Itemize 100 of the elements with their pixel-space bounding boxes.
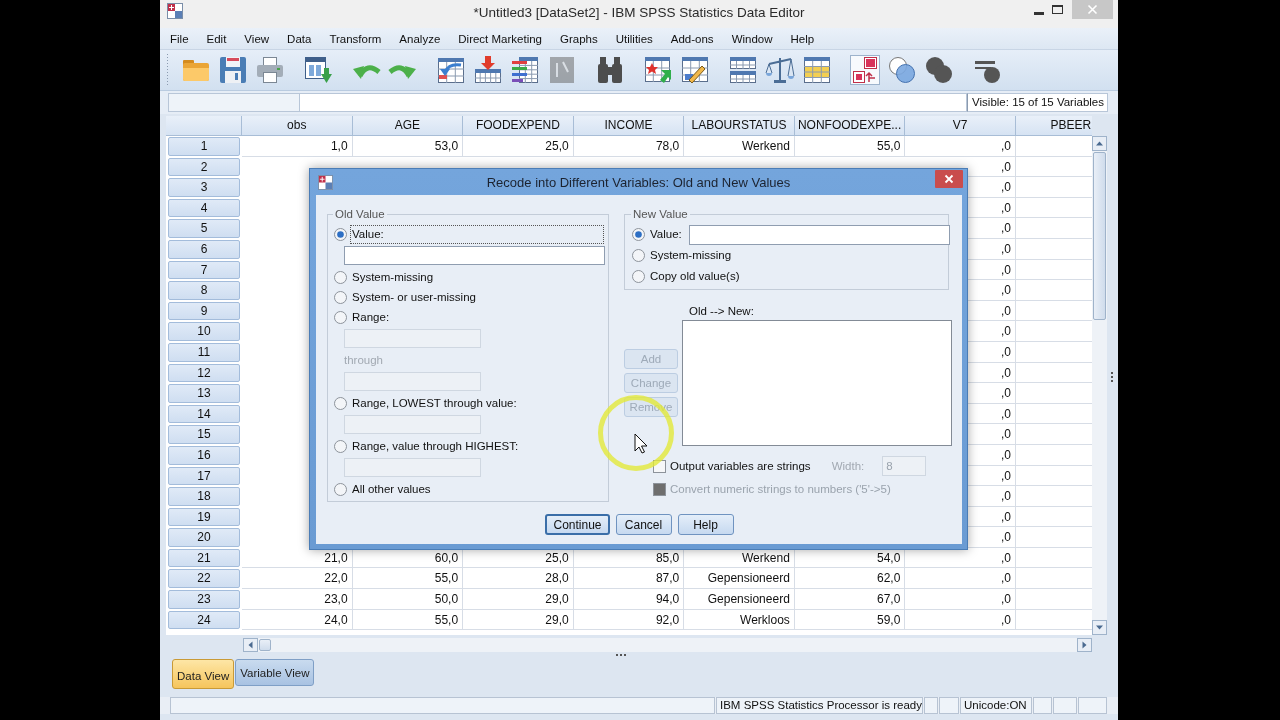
radio-option[interactable]: System-missing [632,245,734,266]
table-cell: 25,0 [463,136,574,157]
row-header[interactable]: 10 [168,322,240,341]
row-header[interactable]: 21 [168,548,240,568]
table-cell: 50,0 [352,589,464,610]
row-header[interactable]: 6 [168,239,240,259]
row-header[interactable]: 20 [168,528,240,547]
group-title: Old Value [334,207,386,221]
view-tab[interactable]: Variable View [235,659,315,686]
menu-item[interactable]: Help [790,32,815,45]
window-down-arrow-icon[interactable] [303,55,333,85]
scales-icon[interactable] [765,55,795,85]
table-cell: 29,0 [463,589,574,610]
binoculars-icon[interactable] [595,55,625,85]
column-header[interactable]: INCOME [573,116,685,136]
printer-icon[interactable] [255,55,285,85]
highlighted-table-icon[interactable] [802,55,832,85]
text-field[interactable] [344,372,481,391]
radio-option[interactable]: Copy old value(s) [632,266,742,287]
radio-option[interactable]: System- or user-missing [334,287,478,307]
dialog-button[interactable]: Help [677,514,734,535]
table-cell: 94,0 [573,589,685,610]
old-new-list[interactable] [682,320,952,446]
row-header[interactable]: 12 [168,363,240,383]
text-field[interactable] [344,415,481,434]
scroll-thumb[interactable] [259,638,271,651]
row-header[interactable]: 17 [168,466,240,486]
text-field[interactable] [688,224,950,245]
row-header[interactable]: 5 [168,219,240,238]
row-header[interactable]: 15 [168,425,240,444]
checkbox-option[interactable]: Output variables are strings [653,459,811,473]
table-cell: ,0 [905,589,1016,610]
table-pencil-icon[interactable] [680,55,710,85]
radio-option[interactable]: All other values [334,479,433,499]
row-header[interactable]: 22 [168,569,240,589]
radio-option[interactable]: System-missing [334,267,436,287]
row-header[interactable]: 13 [168,384,240,403]
vertical-scrollbar[interactable] [1092,136,1107,635]
menu-item[interactable]: Edit [206,32,227,45]
row-header[interactable]: 7 [168,260,240,280]
text-field[interactable] [344,246,605,265]
row-header[interactable]: 3 [168,178,240,197]
row-header[interactable]: 9 [168,301,240,321]
column-header[interactable]: V7 [905,116,1016,136]
row-header[interactable]: 1 [168,137,240,156]
row-header[interactable]: 16 [168,445,240,465]
menu-item[interactable]: Graphs [560,32,598,45]
table-cell: 55,0 [352,568,464,590]
row-header[interactable]: 2 [168,157,240,177]
column-header[interactable]: obs [242,116,353,136]
stacked-tables-icon[interactable] [728,55,758,85]
menu-item[interactable]: Analyze [399,32,441,45]
table-cell: 29,0 [463,609,574,631]
text-field[interactable] [344,329,481,348]
text-field[interactable] [344,458,481,477]
visible-variables-label: Visible: 15 of 15 Variables [967,93,1108,112]
horizontal-scrollbar[interactable] [243,637,1092,652]
dialog-button[interactable]: Continue [545,514,610,535]
menu-item[interactable]: File [170,32,189,45]
radio-option[interactable]: Range, value through HIGHEST: [334,436,521,456]
column-header[interactable]: LABOURSTATUS [684,116,795,136]
table-bars-icon[interactable] [510,55,540,85]
menu-item[interactable]: View [244,32,270,45]
column-header[interactable]: AGE [352,116,464,136]
row-header[interactable]: 14 [168,404,240,424]
toolbar-grip-icon[interactable] [166,54,169,86]
filled-circles-icon[interactable] [924,55,954,85]
column-header[interactable]: FOODEXPEND [463,116,574,136]
cell-editor-field[interactable] [300,93,968,112]
maximize-icon[interactable] [1052,5,1063,14]
column-header[interactable]: NONFOODEXPE... [794,116,906,136]
overlapping-circles-icon[interactable] [887,55,917,85]
table-cell: 78,0 [573,136,685,157]
row-header[interactable]: 18 [168,487,240,506]
menu-item[interactable]: Data [287,32,312,45]
row-header[interactable]: 11 [168,342,240,362]
name-box-field[interactable] [168,93,300,112]
encoding-status: Unicode:ON [960,697,1032,714]
dialog-button[interactable]: Cancel [615,514,672,535]
view-tab[interactable]: Data View [172,659,235,689]
row-header[interactable]: 8 [168,281,240,300]
radio-option[interactable]: Value: [632,224,684,245]
app-icon[interactable] [318,174,333,190]
menu-item[interactable]: Direct Marketing [458,32,542,45]
menu-item[interactable]: Utilities [615,32,653,45]
menu-item[interactable]: Window [731,32,773,45]
row-header[interactable]: 23 [168,590,240,609]
menu-item[interactable]: Add-ons [670,32,714,45]
app-icon[interactable] [167,3,183,19]
radio-option[interactable]: Range: [334,307,392,327]
row-header[interactable]: 24 [168,610,240,630]
menu-item[interactable]: Transform [329,32,382,45]
table-down-arrow-icon[interactable] [473,55,503,85]
scroll-thumb[interactable] [1093,152,1106,320]
table-cell: ,0 [905,568,1016,590]
row-header[interactable]: 19 [168,507,240,527]
row-header[interactable]: 4 [168,198,240,218]
radio-option[interactable]: Range, LOWEST through value: [334,393,519,413]
column-header[interactable]: PBEER [1015,116,1092,136]
close-icon[interactable] [935,170,963,188]
